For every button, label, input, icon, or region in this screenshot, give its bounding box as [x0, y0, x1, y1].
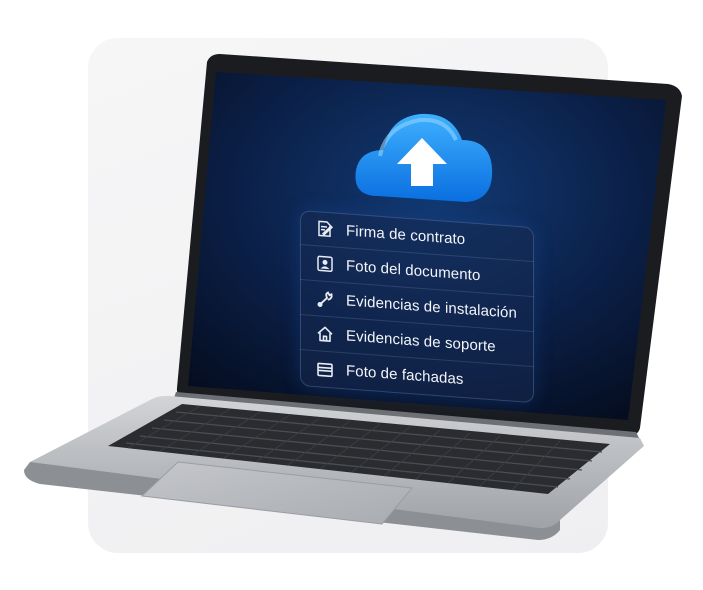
menu-item-label: Evidencias de soporte — [346, 326, 496, 355]
home-icon — [314, 322, 336, 346]
upload-menu: Firma de contrato Foto del documento Evi… — [300, 210, 534, 404]
menu-item-label: Foto de fachadas — [346, 362, 464, 389]
menu-item-label: Evidencias de instalación — [346, 291, 517, 322]
product-image: Firma de contrato Foto del documento Evi… — [0, 0, 703, 590]
storefront-icon — [314, 358, 336, 382]
menu-item-label: Foto del documento — [346, 256, 481, 284]
signature-icon — [314, 217, 336, 241]
menu-item-label: Firma de contrato — [346, 221, 466, 248]
id-card-icon — [314, 252, 336, 276]
wrench-icon — [314, 287, 336, 311]
